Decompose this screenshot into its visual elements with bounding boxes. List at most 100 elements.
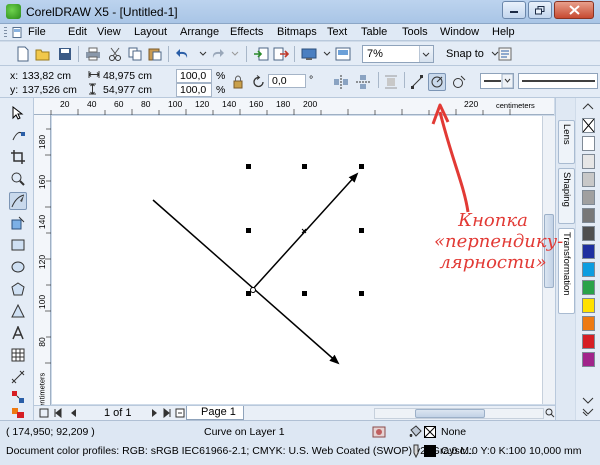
- previous-page-button[interactable]: [68, 407, 80, 419]
- scrollbar-thumb[interactable]: [415, 409, 485, 418]
- menu-tools[interactable]: Tools: [402, 26, 428, 38]
- menu-help[interactable]: Help: [492, 26, 515, 38]
- vertical-ruler[interactable]: 180 160 140 120 100 80 centimeters: [34, 115, 51, 412]
- smart-fill-tool[interactable]: [9, 214, 27, 232]
- redo-dropdown[interactable]: [226, 45, 244, 63]
- last-page-button[interactable]: [161, 407, 173, 419]
- copy-button[interactable]: [126, 45, 144, 63]
- menu-effects[interactable]: Effects: [230, 26, 263, 38]
- menu-file[interactable]: File: [12, 26, 46, 38]
- diagonal-arrow-line[interactable]: [152, 199, 340, 365]
- open-button[interactable]: [34, 45, 52, 63]
- application-launcher-button[interactable]: [300, 45, 318, 63]
- swatch-none[interactable]: [582, 118, 595, 133]
- color-swatch[interactable]: [582, 334, 595, 349]
- paste-button[interactable]: [146, 45, 164, 63]
- freehand-tool[interactable]: [9, 192, 27, 210]
- node-point[interactable]: [250, 287, 256, 293]
- text-tool[interactable]: [9, 324, 27, 342]
- redo-button[interactable]: [208, 45, 226, 63]
- menubar-grip[interactable]: [4, 27, 7, 38]
- lock-ratio-button[interactable]: [232, 73, 244, 91]
- x-position-field[interactable]: 133,82 cm: [22, 70, 71, 82]
- first-page-button[interactable]: [52, 407, 64, 419]
- color-swatch[interactable]: [582, 352, 595, 367]
- print-button[interactable]: [84, 45, 102, 63]
- tangent-snap-button[interactable]: [450, 73, 468, 91]
- document-color-profiles[interactable]: Document color profiles: RGB: sRGB IEC61…: [6, 445, 474, 457]
- export-button[interactable]: [272, 45, 290, 63]
- snap-to-button[interactable]: Snap to: [446, 48, 499, 60]
- color-swatch[interactable]: [582, 208, 595, 223]
- cut-button[interactable]: [106, 45, 124, 63]
- scale-y-field[interactable]: 100,0: [176, 83, 212, 97]
- save-button[interactable]: [56, 45, 74, 63]
- mirror-vertical-button[interactable]: [354, 73, 372, 91]
- polygon-tool[interactable]: [9, 280, 27, 298]
- zoom-tool[interactable]: [9, 170, 27, 188]
- table-tool[interactable]: [9, 346, 27, 364]
- start-arrowhead-select[interactable]: [480, 73, 514, 89]
- object-height-field[interactable]: 54,977 cm: [103, 84, 152, 96]
- object-width-field[interactable]: 48,975 cm: [103, 70, 152, 82]
- menu-bitmaps[interactable]: Bitmaps: [277, 26, 317, 38]
- color-swatch[interactable]: [582, 154, 595, 169]
- rotation-angle-field[interactable]: 0,0: [268, 74, 306, 88]
- minimize-button[interactable]: [502, 1, 526, 19]
- page-fit-button[interactable]: [38, 407, 50, 419]
- color-swatch[interactable]: [582, 136, 595, 151]
- zoom-level-select[interactable]: 7%: [362, 45, 434, 63]
- wrap-text-button[interactable]: [382, 73, 400, 91]
- palette-expand-icon[interactable]: [582, 408, 594, 416]
- color-swatch[interactable]: [582, 316, 595, 331]
- y-position-field[interactable]: 137,526 cm: [22, 84, 77, 96]
- add-page-button[interactable]: [174, 407, 186, 419]
- perpendicular-snap-button[interactable]: [428, 73, 446, 91]
- new-button[interactable]: [14, 45, 32, 63]
- color-swatch[interactable]: [582, 172, 595, 187]
- tab-shaping[interactable]: Shaping: [558, 168, 575, 224]
- page-tab-1[interactable]: Page 1: [186, 406, 244, 420]
- color-swatch[interactable]: [582, 262, 595, 277]
- next-page-button[interactable]: [148, 407, 160, 419]
- horizontal-ruler[interactable]: 20 40 60 80 100 120 140 160 180 200 220 …: [34, 98, 554, 115]
- outline-color-indicator[interactable]: [424, 445, 436, 457]
- dimension-tool[interactable]: [9, 368, 27, 386]
- mirror-horizontal-button[interactable]: [332, 73, 350, 91]
- menu-text[interactable]: Text: [327, 26, 347, 38]
- menu-view[interactable]: View: [97, 26, 121, 38]
- fill-none-indicator[interactable]: [424, 426, 436, 438]
- tab-lens[interactable]: Lens: [558, 120, 575, 164]
- shape-tool[interactable]: [9, 126, 27, 144]
- menu-arrange[interactable]: Arrange: [180, 26, 219, 38]
- crop-tool[interactable]: [9, 148, 27, 166]
- outline-style-select[interactable]: [518, 73, 598, 89]
- palette-scroll-down-icon[interactable]: [582, 397, 594, 405]
- basic-shapes-tool[interactable]: [9, 302, 27, 320]
- menu-edit[interactable]: Edit: [68, 26, 87, 38]
- color-swatch[interactable]: [582, 298, 595, 313]
- palette-scroll-up-icon[interactable]: [582, 102, 594, 110]
- scale-x-field[interactable]: 100,0: [176, 69, 212, 83]
- zoom-dropdown-arrow[interactable]: [419, 46, 433, 62]
- menu-layout[interactable]: Layout: [134, 26, 167, 38]
- restore-button[interactable]: [528, 1, 552, 19]
- freehand-snapping-button[interactable]: [408, 73, 426, 91]
- menu-window[interactable]: Window: [440, 26, 479, 38]
- navigator-button[interactable]: [544, 407, 556, 419]
- options-button[interactable]: [496, 45, 514, 63]
- rectangle-tool[interactable]: [9, 236, 27, 254]
- pick-tool[interactable]: [9, 104, 27, 122]
- horizontal-scrollbar[interactable]: [374, 408, 544, 419]
- undo-button[interactable]: [174, 45, 192, 63]
- import-button[interactable]: [252, 45, 270, 63]
- color-swatch[interactable]: [582, 280, 595, 295]
- welcome-screen-button[interactable]: [334, 45, 352, 63]
- menu-table[interactable]: Table: [361, 26, 387, 38]
- ellipse-tool[interactable]: [9, 258, 27, 276]
- color-proof-icon[interactable]: [372, 426, 386, 438]
- color-swatch[interactable]: [582, 226, 595, 241]
- coreldraw-app-icon[interactable]: [6, 4, 21, 19]
- color-swatch[interactable]: [582, 190, 595, 205]
- color-swatch[interactable]: [582, 244, 595, 259]
